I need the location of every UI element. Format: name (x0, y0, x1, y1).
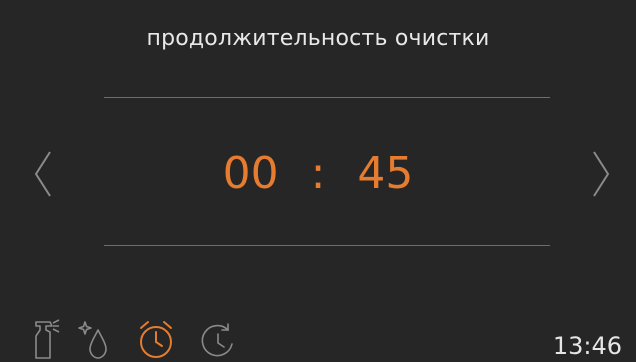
current-time: 13:46 (552, 332, 622, 360)
water-drop-sparkle-icon[interactable] (76, 318, 116, 360)
bottom-divider (104, 245, 550, 246)
top-divider (104, 97, 550, 98)
spray-bottle-icon[interactable] (26, 318, 66, 360)
chevron-right-icon[interactable] (588, 148, 614, 200)
duration-display[interactable]: 00 : 45 (0, 148, 636, 199)
clock-refresh-icon[interactable] (198, 318, 238, 360)
duration-separator: : (310, 148, 326, 199)
bottom-bar: 13:46 (0, 318, 636, 362)
duration-minutes[interactable]: 45 (357, 148, 413, 199)
alarm-clock-icon[interactable] (136, 318, 176, 360)
page-title: продолжительность очистки (146, 26, 490, 51)
screen: продолжительность очистки 00 : 45 13:46 (0, 0, 636, 362)
duration-hours[interactable]: 00 (223, 148, 279, 199)
